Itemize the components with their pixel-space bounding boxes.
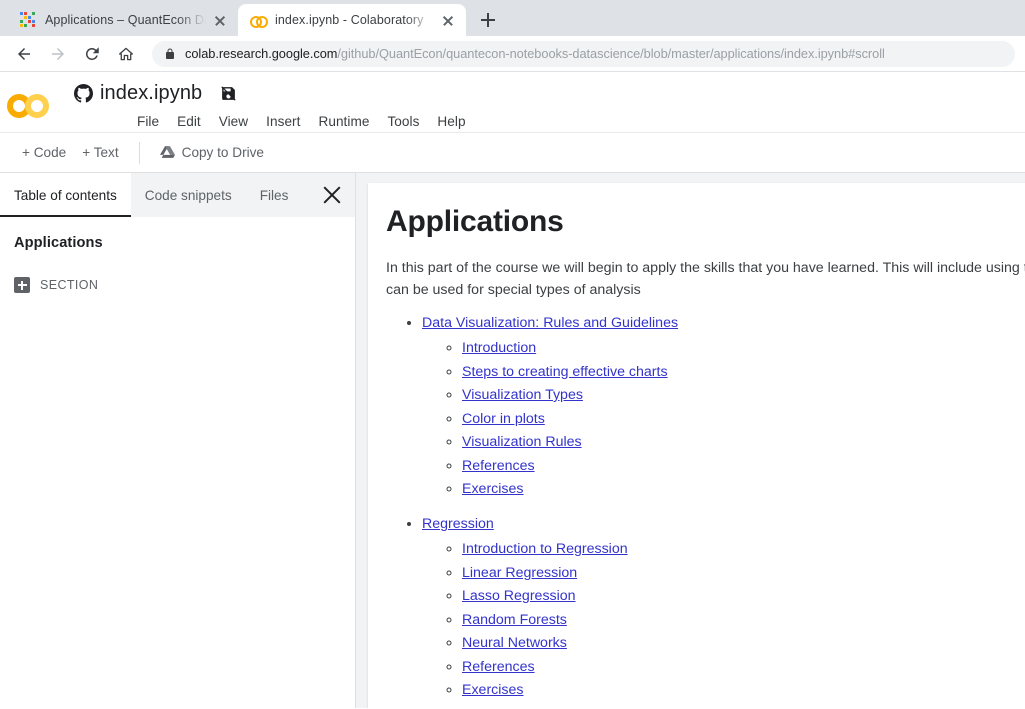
- link-neural-networks[interactable]: Neural Networks: [462, 635, 567, 651]
- new-tab-button[interactable]: [474, 6, 502, 34]
- browser-toolbar: colab.research.google.com/github/QuantEc…: [0, 36, 1025, 72]
- forward-arrow-icon: [44, 40, 72, 68]
- back-arrow-icon[interactable]: [10, 40, 38, 68]
- list-item: Neural Networks: [462, 633, 1025, 654]
- add-section-label: SECTION: [40, 278, 99, 292]
- list-item: Lasso Regression: [462, 586, 1025, 607]
- list-item: Data Visualization: Rules and Guidelines…: [422, 313, 1025, 500]
- list-item: Steps to creating effective charts: [462, 362, 1025, 383]
- close-icon[interactable]: [438, 10, 458, 30]
- link-visualization-types[interactable]: Visualization Types: [462, 387, 583, 403]
- tab-table-of-contents[interactable]: Table of contents: [0, 173, 131, 217]
- link-random-forests[interactable]: Random Forests: [462, 612, 567, 628]
- list-item: Visualization Types: [462, 385, 1025, 406]
- list-item: References: [462, 456, 1025, 477]
- tab-label: Table of contents: [14, 187, 117, 203]
- colab-co-icon: [250, 12, 268, 28]
- google-drive-icon: [159, 145, 175, 160]
- browser-tab-colab[interactable]: index.ipynb - Colaboratory: [238, 4, 466, 36]
- add-text-label: + Text: [82, 145, 119, 160]
- plus-icon: [14, 277, 30, 293]
- sidebar-tab-bar: Table of contents Code snippets Files: [0, 173, 355, 217]
- intro-paragraph: In this part of the course we will begin…: [386, 260, 1025, 298]
- toc-heading[interactable]: Applications: [14, 235, 341, 251]
- link-color-in-plots[interactable]: Color in plots: [462, 411, 545, 427]
- link-introduction-to-regression[interactable]: Introduction to Regression: [462, 541, 628, 557]
- list-item: Linear Regression: [462, 563, 1025, 584]
- lock-icon: [164, 47, 176, 61]
- colab-menubar: File Edit View Insert Runtime Tools Help: [58, 108, 1025, 134]
- list-item: Visualization Rules: [462, 432, 1025, 453]
- link-steps-to-creating-effective-charts[interactable]: Steps to creating effective charts: [462, 364, 668, 380]
- list-item: Random Forests: [462, 610, 1025, 631]
- save-disabled-icon[interactable]: [220, 85, 237, 102]
- menu-item-view[interactable]: View: [210, 112, 257, 131]
- home-icon[interactable]: [112, 40, 140, 68]
- link-regression[interactable]: Regression: [422, 516, 494, 532]
- link-lasso-regression[interactable]: Lasso Regression: [462, 588, 576, 604]
- browser-tab-title: Applications – QuantEcon Dat: [45, 13, 206, 27]
- menu-item-file[interactable]: File: [128, 112, 168, 131]
- copy-to-drive-button[interactable]: Copy to Drive: [152, 141, 272, 164]
- toolbar-divider: [138, 141, 140, 164]
- list-item: Exercises: [462, 479, 1025, 500]
- link-exercises[interactable]: Exercises: [462, 481, 524, 497]
- link-exercises[interactable]: Exercises: [462, 682, 524, 698]
- list-item: Color in plots: [462, 409, 1025, 430]
- link-visualization-rules[interactable]: Visualization Rules: [462, 434, 582, 450]
- close-icon[interactable]: [210, 10, 230, 30]
- quantecon-grid-icon: [20, 12, 36, 28]
- add-section-button[interactable]: SECTION: [14, 277, 341, 293]
- toc-list-level-2: Introduction to Regression Linear Regres…: [462, 539, 1025, 701]
- link-data-visualization[interactable]: Data Visualization: Rules and Guidelines: [422, 315, 678, 331]
- sidebar-panel: Table of contents Code snippets Files Ap…: [0, 173, 356, 708]
- notebook-scroll-area[interactable]: Applications In this part of the course …: [356, 173, 1025, 708]
- link-introduction[interactable]: Introduction: [462, 340, 536, 356]
- page-title: Applications: [386, 205, 564, 238]
- menu-item-insert[interactable]: Insert: [257, 112, 309, 131]
- list-item: Introduction to Regression: [462, 539, 1025, 560]
- menu-item-tools[interactable]: Tools: [378, 112, 428, 131]
- browser-tab-title: index.ipynb - Colaboratory: [275, 13, 424, 27]
- add-code-cell-button[interactable]: + Code: [14, 141, 74, 164]
- list-item: References: [462, 657, 1025, 678]
- colab-logo[interactable]: [0, 78, 58, 118]
- workspace: Table of contents Code snippets Files Ap…: [0, 172, 1025, 708]
- list-item: Introduction: [462, 338, 1025, 359]
- table-of-contents-body: Applications SECTION: [0, 217, 355, 708]
- browser-tab-strip: Applications – QuantEcon Dat index.ipynb…: [0, 0, 1025, 36]
- address-bar[interactable]: colab.research.google.com/github/QuantEc…: [152, 40, 1015, 67]
- colab-toolbar: + Code + Text Copy to Drive: [0, 132, 1025, 172]
- link-references[interactable]: References: [462, 659, 535, 675]
- add-text-cell-button[interactable]: + Text: [74, 141, 126, 164]
- copy-to-drive-label: Copy to Drive: [181, 145, 264, 160]
- list-item: Regression Introduction to Regression Li…: [422, 514, 1025, 701]
- tab-files[interactable]: Files: [246, 173, 303, 217]
- tab-label: Files: [259, 187, 289, 203]
- menu-item-help[interactable]: Help: [428, 112, 474, 131]
- address-bar-host: colab.research.google.com: [185, 46, 338, 61]
- menu-item-runtime[interactable]: Runtime: [309, 112, 378, 131]
- reload-icon[interactable]: [78, 40, 106, 68]
- address-bar-path: /github/QuantEcon/quantecon-notebooks-da…: [337, 46, 885, 61]
- add-code-label: + Code: [22, 145, 67, 160]
- tab-code-snippets[interactable]: Code snippets: [131, 173, 246, 217]
- address-bar-url: colab.research.google.com/github/QuantEc…: [185, 46, 885, 61]
- browser-tab-quantecon[interactable]: Applications – QuantEcon Dat: [8, 4, 238, 36]
- menu-item-edit[interactable]: Edit: [168, 112, 210, 131]
- list-item: Exercises: [462, 680, 1025, 701]
- close-icon[interactable]: [321, 184, 343, 206]
- notebook-title[interactable]: index.ipynb: [100, 82, 202, 105]
- toc-list-level-1: Data Visualization: Rules and Guidelines…: [422, 313, 1025, 708]
- link-linear-regression[interactable]: Linear Regression: [462, 565, 577, 581]
- tab-label: Code snippets: [144, 187, 232, 203]
- notebook-title-row: index.ipynb: [58, 78, 1025, 108]
- link-references[interactable]: References: [462, 458, 535, 474]
- github-icon: [74, 83, 93, 103]
- markdown-cell[interactable]: Applications In this part of the course …: [368, 183, 1025, 708]
- colab-header: index.ipynb File Edit View Insert Runtim…: [0, 72, 1025, 132]
- toc-list-level-2: Introduction Steps to creating effective…: [462, 338, 1025, 500]
